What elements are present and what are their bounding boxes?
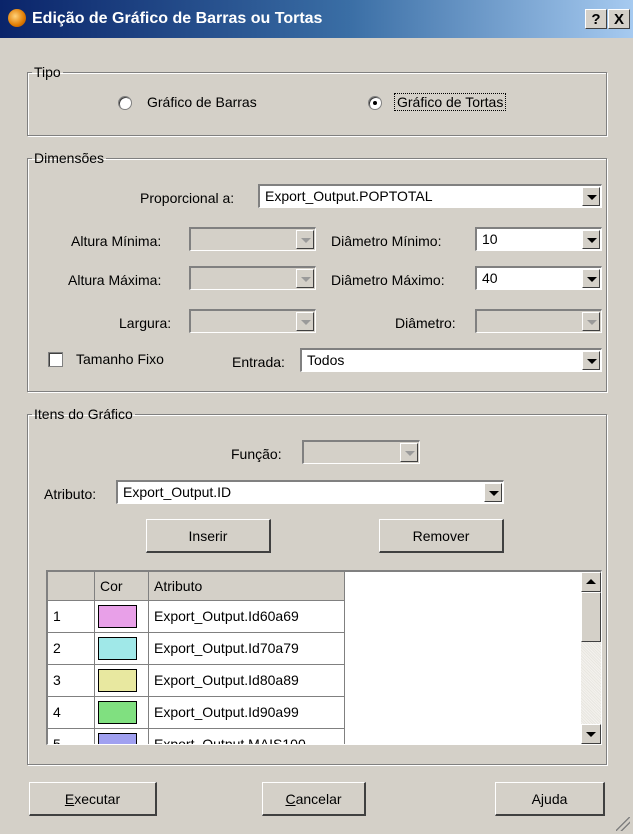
table-row-2-index[interactable]: 2 <box>48 633 95 665</box>
funcao-label: Função: <box>231 446 282 462</box>
title-bar: Edição de Gráfico de Barras ou Tortas ? … <box>0 0 633 38</box>
chevron-down-icon[interactable] <box>400 443 418 462</box>
table-row-5-attr[interactable]: Export_Output.MAIS100 <box>149 729 345 744</box>
table-row-5-color[interactable] <box>95 729 149 744</box>
entrada-value: Todos <box>307 352 345 368</box>
table-row-2-color[interactable] <box>95 633 149 665</box>
entrada-label: Entrada: <box>232 354 285 370</box>
executar-button[interactable]: Executar <box>29 782 157 816</box>
diametro-select[interactable] <box>475 309 602 333</box>
chevron-down-icon[interactable] <box>296 230 314 249</box>
atributo-value: Export_Output.ID <box>123 484 232 500</box>
diametro-maximo-value: 40 <box>482 270 498 286</box>
app-icon <box>8 9 26 27</box>
altura-minima-select[interactable] <box>189 227 316 251</box>
diametro-minimo-label: Diâmetro Mínimo: <box>331 233 442 249</box>
radio-grafico-tortas[interactable] <box>368 96 382 110</box>
entrada-select[interactable]: Todos <box>300 348 602 372</box>
color-swatch[interactable] <box>98 605 137 628</box>
chevron-down-icon[interactable] <box>582 351 600 370</box>
radio-grafico-barras[interactable] <box>118 96 132 110</box>
chevron-down-icon[interactable] <box>296 312 314 331</box>
scroll-down-icon[interactable] <box>581 724 601 744</box>
altura-maxima-select[interactable] <box>189 266 316 290</box>
table-scrollbar[interactable] <box>581 572 601 744</box>
altura-maxima-label: Altura Máxima: <box>68 272 162 288</box>
diametro-minimo-select[interactable]: 10 <box>475 227 602 251</box>
radio-grafico-barras-label[interactable]: Gráfico de Barras <box>147 94 257 110</box>
color-swatch[interactable] <box>98 637 137 660</box>
table-row-3-attr[interactable]: Export_Output.Id80a89 <box>149 665 345 697</box>
cancelar-label: ancelar <box>295 791 342 807</box>
remover-button[interactable]: Remover <box>379 519 504 553</box>
proporcional-value: Export_Output.POPTOTAL <box>265 188 433 204</box>
table-row-3-color[interactable] <box>95 665 149 697</box>
atributo-select[interactable]: Export_Output.ID <box>116 480 504 504</box>
color-swatch[interactable] <box>98 669 137 692</box>
window-title: Edição de Gráfico de Barras ou Tortas <box>32 10 323 27</box>
chevron-down-icon[interactable] <box>582 230 600 249</box>
help-button[interactable]: ? <box>585 9 607 29</box>
diametro-maximo-label: Diâmetro Máximo: <box>331 272 445 288</box>
chevron-down-icon[interactable] <box>582 312 600 331</box>
funcao-select[interactable] <box>302 440 420 464</box>
tipo-legend: Tipo <box>34 64 61 80</box>
inserir-button[interactable]: Inserir <box>146 519 271 553</box>
altura-minima-label: Altura Mínima: <box>71 233 162 249</box>
table-row-4-color[interactable] <box>95 697 149 729</box>
dimensoes-legend: Dimensões <box>34 150 105 166</box>
close-button[interactable]: X <box>608 9 630 29</box>
diametro-label: Diâmetro: <box>395 315 456 331</box>
diametro-maximo-select[interactable]: 40 <box>475 266 602 290</box>
table-row-4-index[interactable]: 4 <box>48 697 95 729</box>
ajuda-button[interactable]: Ajuda <box>495 782 605 816</box>
chevron-down-icon[interactable] <box>296 269 314 288</box>
largura-label: Largura: <box>119 315 172 331</box>
largura-select[interactable] <box>189 309 316 333</box>
resize-grip-icon[interactable] <box>616 817 630 831</box>
table-row-1-color[interactable] <box>95 601 149 633</box>
chevron-down-icon[interactable] <box>484 483 502 502</box>
cancelar-button[interactable]: Cancelar <box>262 782 366 816</box>
diametro-minimo-value: 10 <box>482 231 498 247</box>
proporcional-select[interactable]: Export_Output.POPTOTAL <box>258 184 602 208</box>
scroll-up-icon[interactable] <box>581 572 601 592</box>
color-swatch[interactable] <box>98 701 137 724</box>
scroll-thumb[interactable] <box>581 592 601 642</box>
table-header-cor: Cor <box>95 572 149 601</box>
table-row-5-index[interactable]: 5 <box>48 729 95 744</box>
executar-label: xecutar <box>74 791 121 807</box>
atributos-table[interactable]: Cor Atributo 1 Export_Output.Id60a69 2 E… <box>46 570 602 745</box>
table-row-1-attr[interactable]: Export_Output.Id60a69 <box>149 601 345 633</box>
tamanho-fixo-checkbox[interactable] <box>48 352 63 367</box>
table-header-atributo: Atributo <box>149 572 345 601</box>
chevron-down-icon[interactable] <box>582 187 600 206</box>
tipo-group: Tipo <box>27 64 607 136</box>
radio-grafico-tortas-label[interactable]: Gráfico de Tortas <box>394 93 507 111</box>
dialog-window: Edição de Gráfico de Barras ou Tortas ? … <box>0 0 633 834</box>
color-swatch[interactable] <box>98 733 137 744</box>
table-row-3-index[interactable]: 3 <box>48 665 95 697</box>
itens-legend: Itens do Gráfico <box>34 406 133 422</box>
table-row-1-index[interactable]: 1 <box>48 601 95 633</box>
chevron-down-icon[interactable] <box>582 269 600 288</box>
atributo-label: Atributo: <box>44 486 97 502</box>
table-row-4-attr[interactable]: Export_Output.Id90a99 <box>149 697 345 729</box>
proporcional-label: Proporcional a: <box>140 190 235 206</box>
tamanho-fixo-label[interactable]: Tamanho Fixo <box>76 351 164 367</box>
table-header-index <box>48 572 95 601</box>
table-row-2-attr[interactable]: Export_Output.Id70a79 <box>149 633 345 665</box>
